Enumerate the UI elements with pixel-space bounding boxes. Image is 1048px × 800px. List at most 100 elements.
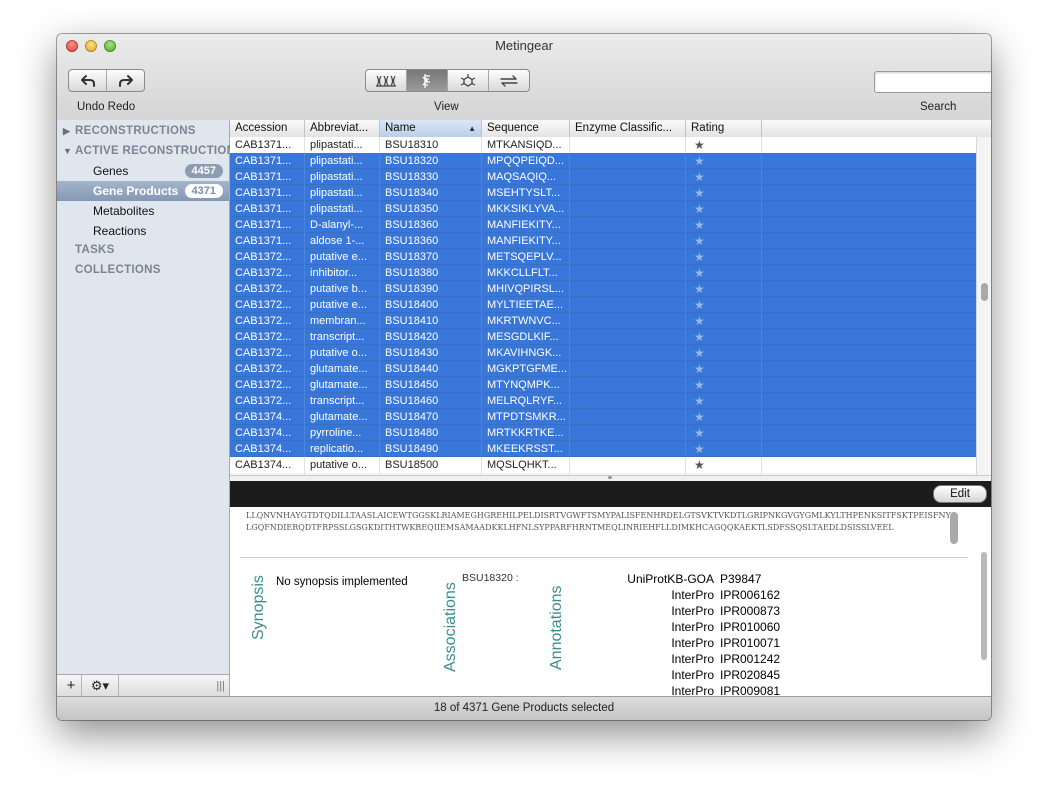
detail-scrollbar-thumb[interactable]: [981, 552, 987, 660]
divider-grip-icon[interactable]: [608, 476, 612, 479]
view-genes-button[interactable]: [366, 70, 407, 91]
rating-star-icon[interactable]: ★: [691, 458, 705, 472]
sequence-scrollbar-thumb[interactable]: [950, 512, 958, 544]
sidebar-item-reactions[interactable]: Reactions: [57, 221, 229, 241]
accession-cell: CAB1374...: [230, 457, 305, 473]
table-row[interactable]: CAB1372... membran... BSU18410 MKRTWNVC... ★: [230, 313, 976, 329]
table-row[interactable]: CAB1371... plipastati... BSU18350 MKKSIKLYV…: [230, 201, 976, 217]
sidebar-item-gene-products[interactable]: Gene Products 4371: [57, 181, 229, 201]
enzyme-classification-cell: [570, 137, 686, 153]
rating-star-icon[interactable]: ★: [691, 266, 705, 280]
rating-star-icon[interactable]: ★: [691, 362, 705, 376]
rating-star-icon[interactable]: ★: [691, 346, 705, 360]
associations-gene-name: BSU18320 :: [462, 572, 519, 584]
rating-star-icon[interactable]: ★: [691, 314, 705, 328]
undo-arrow-icon: [80, 74, 95, 87]
column-header-sequence[interactable]: Sequence: [482, 120, 570, 137]
table-scrollbar[interactable]: [976, 137, 991, 475]
disclosure-open-icon[interactable]: ▼: [63, 142, 75, 160]
annotation-id-link[interactable]: IPR020845: [720, 668, 780, 682]
rating-star-icon[interactable]: ★: [691, 234, 705, 248]
sidebar-section-tasks[interactable]: TASKS: [75, 241, 115, 259]
sidebar-section-active-reconstruction[interactable]: ▼ ACTIVE RECONSTRUCTION: [63, 142, 235, 160]
rating-star-icon[interactable]: ★: [691, 298, 705, 312]
accession-cell: CAB1372...: [230, 393, 305, 409]
name-cell: BSU18370: [380, 249, 482, 265]
rating-star-icon[interactable]: ★: [691, 218, 705, 232]
undo-button[interactable]: [69, 70, 107, 91]
annotation-id-link[interactable]: IPR010060: [720, 620, 780, 634]
sidebar-section-collections[interactable]: COLLECTIONS: [75, 261, 161, 279]
add-icon[interactable]: +: [61, 675, 82, 697]
table-scrollbar-thumb[interactable]: [981, 283, 988, 301]
gear-menu-icon[interactable]: ⚙▾: [82, 675, 119, 697]
table-row[interactable]: CAB1372... transcript... BSU18420 MESGDLKIF…: [230, 329, 976, 345]
table-row[interactable]: CAB1374... replicatio... BSU18490 MKEEKRSST…: [230, 441, 976, 457]
table-row[interactable]: CAB1372... glutamate... BSU18440 MGKPTGFME.…: [230, 361, 976, 377]
column-header-enzyme-classification[interactable]: Enzyme Classific...: [570, 120, 686, 137]
sidebar-section-reconstructions[interactable]: ▶ RECONSTRUCTIONS: [63, 122, 196, 140]
column-header-rating[interactable]: Rating: [686, 120, 762, 137]
table-row[interactable]: CAB1371... D-alanyl-... BSU18360 MANFIEKITY…: [230, 217, 976, 233]
disclosure-closed-icon[interactable]: ▶: [63, 122, 75, 140]
table-row[interactable]: CAB1372... inhibitor... BSU18380 MKKCLLFLT.…: [230, 265, 976, 281]
rating-star-icon[interactable]: ★: [691, 410, 705, 424]
sidebar-item-genes[interactable]: Genes 4457: [57, 161, 229, 181]
rating-star-icon[interactable]: ★: [691, 378, 705, 392]
annotation-id-link[interactable]: IPR010071: [720, 636, 780, 650]
name-cell: BSU18320: [380, 153, 482, 169]
view-gene-products-button[interactable]: [407, 70, 448, 91]
sequence-cell: MANFIEKITY...: [482, 233, 570, 249]
edit-button[interactable]: Edit: [933, 485, 987, 503]
table-row[interactable]: CAB1372... transcript... BSU18460 MELRQLRYF…: [230, 393, 976, 409]
table-row[interactable]: CAB1371... plipastati... BSU18320 MPQQPEIQD…: [230, 153, 976, 169]
table-row[interactable]: CAB1374... putative o... BSU18500 MQSLQHKT.…: [230, 457, 976, 473]
annotation-id-link[interactable]: IPR001242: [720, 652, 780, 666]
rating-star-icon[interactable]: ★: [691, 426, 705, 440]
table-row[interactable]: CAB1372... putative o... BSU18430 MKAVIHNGK…: [230, 345, 976, 361]
view-reactions-button[interactable]: [489, 70, 529, 91]
table-row[interactable]: CAB1372... putative e... BSU18400 MYLTIEETA…: [230, 297, 976, 313]
search-input[interactable]: [874, 71, 991, 93]
rating-star-icon[interactable]: ★: [691, 202, 705, 216]
column-header-name[interactable]: Name ▲: [380, 120, 482, 137]
table-row[interactable]: CAB1372... putative e... BSU18370 METSQEPLV…: [230, 249, 976, 265]
column-header-accession[interactable]: Accession: [230, 120, 305, 137]
table-row[interactable]: CAB1371... plipastati... BSU18340 MSEHTYSLT…: [230, 185, 976, 201]
view-label: View: [434, 101, 459, 113]
annotation-id-link[interactable]: IPR006162: [720, 588, 780, 602]
rating-star-icon[interactable]: ★: [691, 138, 705, 152]
rating-star-icon[interactable]: ★: [691, 282, 705, 296]
redo-button[interactable]: [107, 70, 144, 91]
table-row[interactable]: CAB1371... plipastati... BSU18310 MTKANSIQD…: [230, 137, 976, 153]
table-row[interactable]: CAB1374... glutamate... BSU18470 MTPDTSMKR.…: [230, 409, 976, 425]
rating-star-icon[interactable]: ★: [691, 250, 705, 264]
sidebar-section-label: ACTIVE RECONSTRUCTION: [75, 145, 236, 157]
sequence-cell: MRTKKRTKE...: [482, 425, 570, 441]
view-metabolites-button[interactable]: [448, 70, 489, 91]
table-row[interactable]: CAB1371... plipastati... BSU18330 MAQSAQIQ.…: [230, 169, 976, 185]
sequence-cell: MANFIEKITY...: [482, 217, 570, 233]
sidebar-item-metabolites[interactable]: Metabolites: [57, 201, 229, 221]
annotation-id-link[interactable]: P39847: [720, 572, 761, 586]
table-row[interactable]: CAB1372... glutamate... BSU18450 MTYNQMPK..…: [230, 377, 976, 393]
table-row[interactable]: CAB1372... putative b... BSU18390 MHIVQPIRS…: [230, 281, 976, 297]
enzyme-classification-cell: [570, 457, 686, 473]
resize-handle-icon[interactable]: |||: [216, 675, 225, 697]
table-row[interactable]: CAB1371... aldose 1-... BSU18360 MANFIEKITY…: [230, 233, 976, 249]
rating-star-icon[interactable]: ★: [691, 442, 705, 456]
rating-star-icon[interactable]: ★: [691, 330, 705, 344]
abbrev-cell: transcript...: [305, 329, 380, 345]
rating-star-icon[interactable]: ★: [691, 154, 705, 168]
rating-star-icon[interactable]: ★: [691, 186, 705, 200]
annotation-source: InterPro: [671, 636, 714, 650]
table-row[interactable]: CAB1374... pyrroline... BSU18480 MRTKKRTKE.…: [230, 425, 976, 441]
abbrev-cell: putative o...: [305, 457, 380, 473]
annotation-id-link[interactable]: IPR000873: [720, 604, 780, 618]
accession-cell: CAB1371...: [230, 185, 305, 201]
name-cell: BSU18450: [380, 377, 482, 393]
rating-star-icon[interactable]: ★: [691, 170, 705, 184]
column-header-abbreviation[interactable]: Abbreviat...: [305, 120, 380, 137]
sidebar-bottom-bar: + ⚙▾ |||: [57, 674, 229, 697]
rating-star-icon[interactable]: ★: [691, 394, 705, 408]
